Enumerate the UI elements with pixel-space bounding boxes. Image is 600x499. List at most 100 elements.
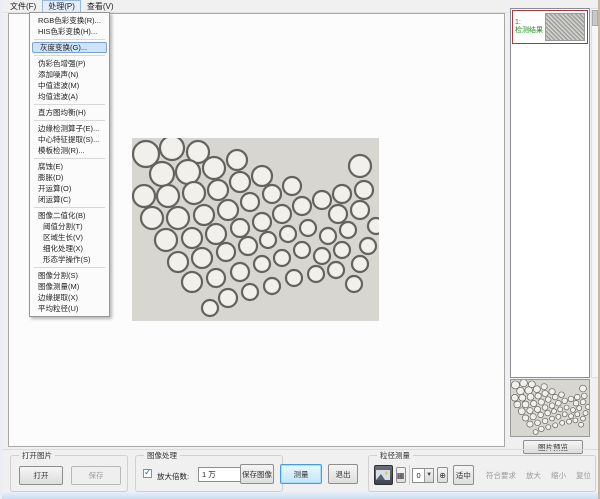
status-label-row: 符合要求放大缩小复位	[486, 470, 591, 481]
result-item-label: 1: 检测结果	[513, 19, 545, 35]
image-mode-button[interactable]	[374, 465, 393, 485]
process-menu-item[interactable]: 腐蚀(E)	[31, 161, 108, 172]
specimen-sphere	[349, 155, 371, 177]
process-menu-item[interactable]: 形态学操作(S)	[31, 254, 108, 265]
specimen-sphere	[242, 284, 258, 300]
process-menu-item[interactable]: 直方图均衡(H)	[31, 107, 108, 118]
status-label: 缩小	[551, 470, 566, 481]
specimen-sphere	[253, 213, 271, 231]
toolbar-separator	[409, 465, 410, 485]
specimen-sphere	[168, 252, 188, 272]
specimen-sphere	[313, 191, 331, 209]
process-menu-item[interactable]: 均值滤波(A)	[31, 91, 108, 102]
process-group-label: 图像处理	[144, 451, 180, 460]
menu-file[interactable]: 文件(F)	[4, 0, 42, 13]
result-list[interactable]: 1: 检测结果	[510, 8, 590, 378]
process-menu-item[interactable]: 开运算(O)	[31, 183, 108, 194]
specimen-sphere	[230, 172, 250, 192]
grid-icon[interactable]: ▦	[396, 467, 406, 483]
file-groupbox: 打开图片 打开 保存	[10, 455, 128, 492]
specimen-sphere	[314, 248, 330, 264]
menu-separator	[34, 104, 105, 105]
auto-checkbox[interactable]: ✓	[143, 469, 152, 478]
specimen-sphere	[182, 228, 202, 248]
process-menu-item[interactable]: RGB色彩变换(R)...	[31, 15, 108, 26]
process-menu-item[interactable]: 图像测量(M)	[31, 281, 108, 292]
result-list-scrollbar[interactable]	[591, 8, 599, 378]
process-dropdown-menu: RGB色彩变换(R)...HIS色彩变换(H)... 灰度变换(G)... 伪彩色增…	[29, 12, 110, 317]
specimen-sphere	[176, 160, 200, 184]
specimen-sphere	[207, 269, 225, 287]
process-menu-item[interactable]: 中值滤波(M)	[31, 80, 108, 91]
process-menu-item[interactable]: HIS色彩变换(H)...	[31, 26, 108, 37]
image-icon	[376, 470, 390, 480]
specimen-sphere	[274, 250, 290, 266]
menu-view[interactable]: 查看(V)	[81, 0, 120, 13]
process-menu-item[interactable]: 细化处理(X)	[31, 243, 108, 254]
process-menu-item[interactable]: 添加噪声(N)	[31, 69, 108, 80]
specimen-sphere	[219, 289, 237, 307]
process-menu-item[interactable]: 边缘提取(X)	[31, 292, 108, 303]
specimen-sphere	[254, 256, 270, 272]
specimen-sphere	[260, 232, 276, 248]
specimen-sphere	[352, 256, 368, 272]
preview-button[interactable]: 图片预览	[523, 440, 583, 454]
process-menu-item[interactable]: 中心特征提取(S)...	[31, 134, 108, 145]
process-menu-item[interactable]: 区域生长(V)	[31, 232, 108, 243]
specimen-sphere	[300, 220, 316, 236]
specimen-sphere	[160, 138, 184, 160]
process-menu-item[interactable]: 阈值分割(T)	[31, 221, 108, 232]
zoom-level-spinner[interactable]: 0 ▼	[412, 468, 434, 483]
specimen-image	[132, 138, 379, 321]
app-window: 文件(F) 处理(P) 查看(V) RGB色彩变换(R)...HIS色彩变换(H…	[0, 0, 600, 499]
measure-button[interactable]: 测量	[280, 464, 322, 484]
specimen-sphere	[155, 229, 177, 251]
menu-separator	[34, 158, 105, 159]
spinner-down-icon[interactable]: ▼	[424, 469, 434, 482]
zoom-level-value: 0	[413, 471, 423, 480]
specimen-sphere	[263, 185, 281, 203]
fit-button[interactable]: 适中	[453, 465, 474, 485]
display-group-label: 粒径测量	[377, 451, 413, 460]
menu-separator	[34, 39, 105, 40]
specimen-sphere	[231, 263, 249, 281]
specimen-sphere	[294, 242, 310, 258]
specimen-sphere	[368, 218, 379, 234]
specimen-sphere	[308, 266, 324, 282]
process-menu-item[interactable]: 边缘检测算子(E)...	[31, 123, 108, 134]
check-icon: ✓	[144, 468, 152, 477]
specimen-sphere	[355, 181, 373, 199]
specimen-sphere	[360, 238, 376, 254]
process-menu-item[interactable]: 伪彩色增强(P)	[31, 58, 108, 69]
specimen-sphere	[334, 242, 350, 258]
process-menu-item[interactable]: 灰度变换(G)...	[32, 42, 107, 53]
specimen-sphere	[150, 162, 174, 186]
process-menu-item[interactable]: 模板检测(R)...	[31, 145, 108, 156]
process-menu-item[interactable]: 膨胀(D)	[31, 172, 108, 183]
specimen-sphere	[194, 205, 214, 225]
result-list-item[interactable]: 1: 检测结果	[512, 10, 588, 44]
specimen-sphere	[217, 243, 235, 261]
specimen-sphere	[280, 226, 296, 242]
open-button[interactable]: 打开	[19, 466, 63, 485]
specimen-sphere	[239, 237, 257, 255]
target-icon[interactable]: ⊕	[437, 467, 447, 483]
specimen-sphere	[333, 185, 351, 203]
specimen-sphere	[329, 205, 347, 223]
process-menu-item[interactable]: 闭运算(C)	[31, 194, 108, 205]
save-image-button[interactable]: 保存图像	[240, 464, 274, 484]
window-bottom-border	[2, 492, 600, 499]
menu-separator	[34, 120, 105, 121]
menu-process[interactable]: 处理(P)	[42, 0, 81, 13]
save-button[interactable]: 保存	[71, 466, 121, 485]
process-menu-item[interactable]: 图像二值化(B)	[31, 210, 108, 221]
specimen-sphere	[293, 197, 311, 215]
process-menu-item[interactable]: 平均粒径(U)	[31, 303, 108, 314]
exit-button[interactable]: 退出	[328, 464, 358, 484]
process-menu-item[interactable]: 图像分割(S)	[31, 270, 108, 281]
specimen-sphere	[252, 166, 272, 186]
specimen-sphere	[231, 219, 249, 237]
scrollbar-thumb[interactable]	[592, 10, 598, 26]
specimen-sphere	[241, 193, 259, 211]
specimen-sphere	[202, 300, 218, 316]
